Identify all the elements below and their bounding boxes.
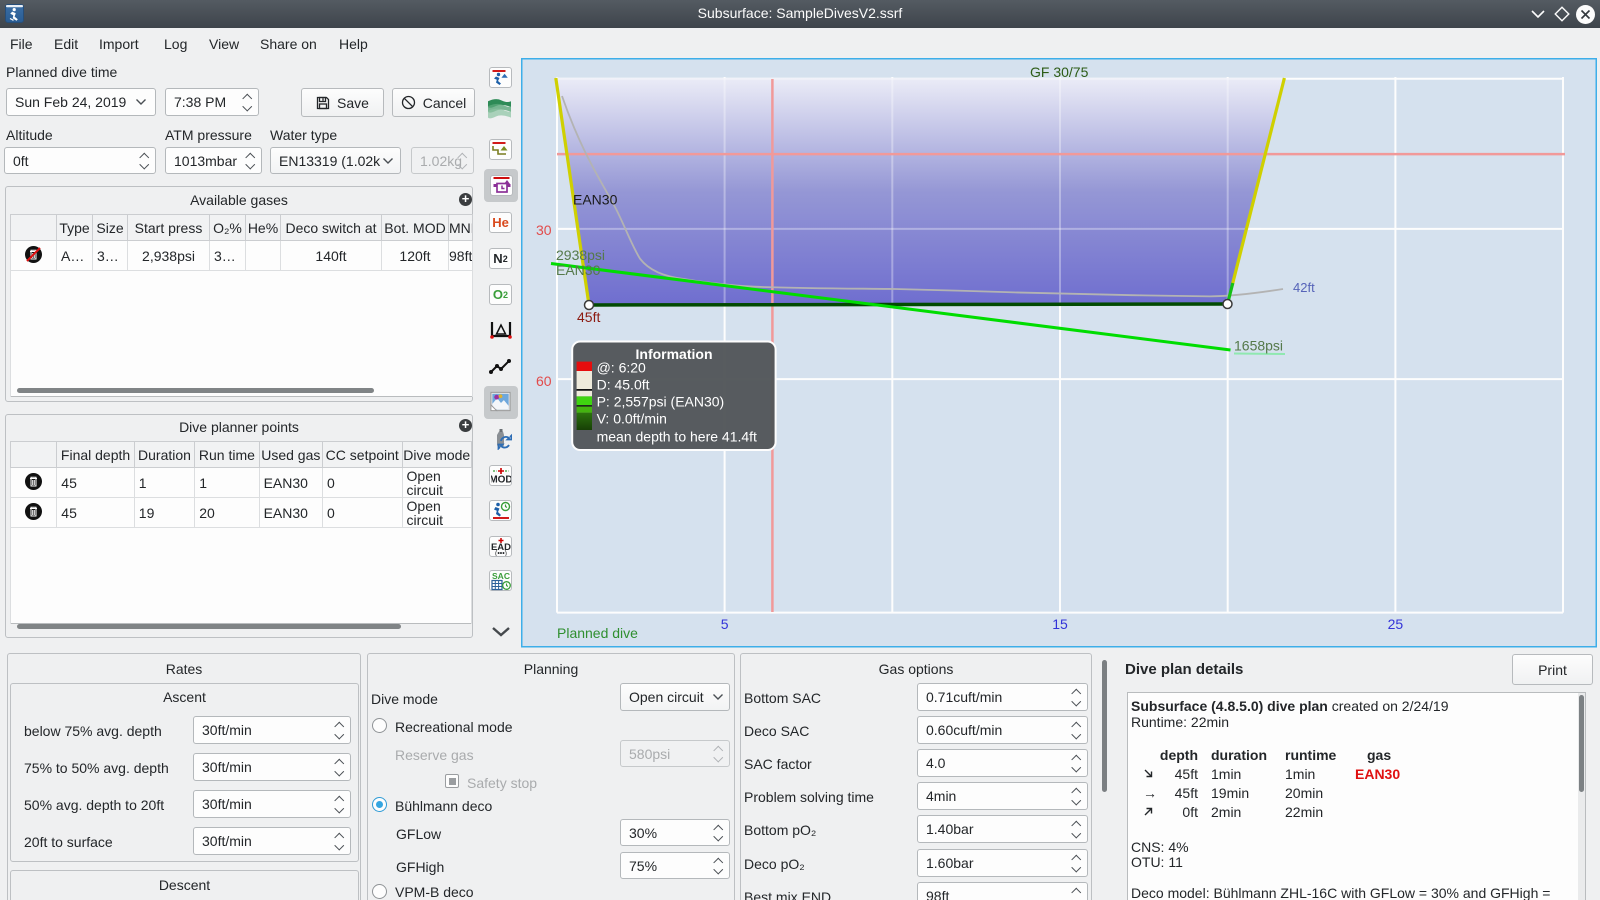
svg-text:mean depth to here 41.4ft: mean depth to here 41.4ft — [597, 429, 757, 445]
svg-text:42ft: 42ft — [1293, 280, 1315, 295]
svg-text:D: 45.0ft: D: 45.0ft — [597, 377, 650, 393]
svg-text:25: 25 — [1388, 616, 1404, 632]
svg-text:30: 30 — [536, 222, 552, 238]
svg-text:2938psi: 2938psi — [556, 247, 605, 263]
svg-text:45ft: 45ft — [577, 309, 600, 325]
svg-text:@: 6:20: @: 6:20 — [597, 360, 646, 376]
svg-text:Information: Information — [636, 346, 713, 362]
svg-text:Planned dive: Planned dive — [557, 625, 638, 641]
svg-text:P: 2,557psi (EAN30): P: 2,557psi (EAN30) — [597, 394, 725, 410]
svg-text:SAC: SAC — [492, 571, 510, 581]
svg-text:EAN30: EAN30 — [573, 192, 618, 208]
svg-text:EAN30: EAN30 — [556, 262, 601, 278]
svg-text:(•••): (•••) — [494, 551, 506, 557]
svg-text:60: 60 — [536, 373, 552, 389]
svg-text:MOD: MOD — [491, 474, 511, 485]
svg-text:V: 0.0ft/min: V: 0.0ft/min — [597, 411, 667, 427]
svg-text:15: 15 — [1052, 616, 1068, 632]
svg-text:GF 30/75: GF 30/75 — [1030, 64, 1089, 80]
svg-text:5: 5 — [721, 616, 729, 632]
svg-text:1658psi: 1658psi — [1234, 338, 1283, 354]
